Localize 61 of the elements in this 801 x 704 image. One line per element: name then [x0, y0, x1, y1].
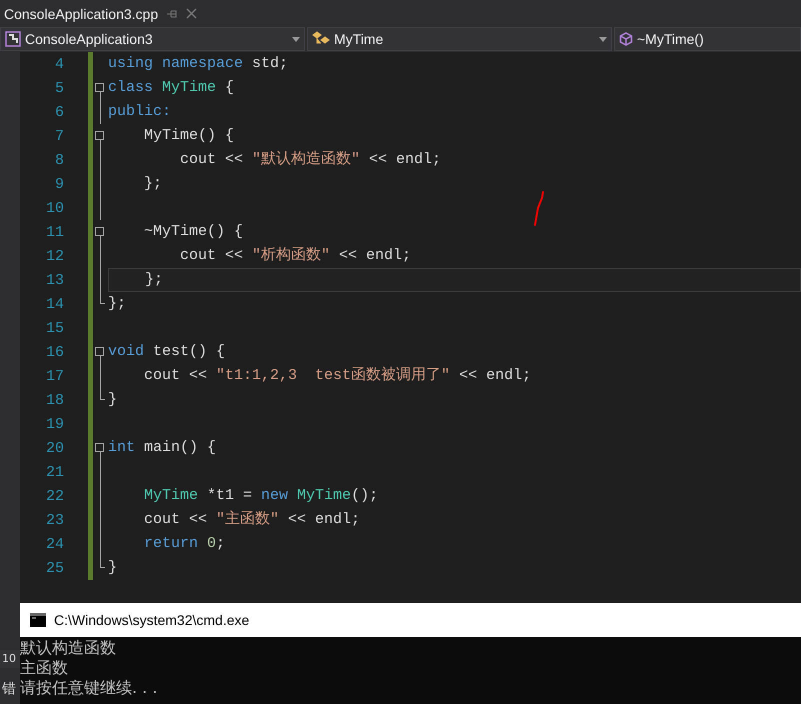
- line-number: 21: [46, 464, 64, 480]
- line-number: 4: [54, 56, 64, 72]
- line-number: 14: [46, 296, 64, 312]
- collapse-toggle[interactable]: [95, 227, 104, 236]
- code-line: }: [108, 390, 118, 410]
- code-line: using namespace std;: [108, 54, 290, 74]
- collapse-toggle[interactable]: [95, 83, 104, 92]
- close-icon[interactable]: [186, 8, 198, 19]
- console-output-line: 请按任意键继续. . .: [20, 678, 158, 698]
- dropdown-arrow-icon: [292, 36, 300, 42]
- line-number: 5: [54, 80, 64, 96]
- console-output-line: 主函数: [20, 658, 69, 678]
- line-number: 9: [54, 176, 64, 192]
- zoom-level[interactable]: 10: [0, 650, 20, 668]
- collapse-toggle[interactable]: [95, 443, 104, 452]
- console-icon: [30, 613, 46, 627]
- collapse-toggle[interactable]: [95, 347, 104, 356]
- code-line: cout << ″t1:1,2,3 test函数被调用了″ << endl;: [143, 366, 532, 386]
- collapse-toggle[interactable]: [95, 131, 104, 140]
- navigation-dropdown[interactable]: ConsoleApplication3: [0, 27, 305, 51]
- window-title: C:\Windows\system32\cmd.exe: [54, 612, 250, 628]
- code-line: MyTime *t1 = new MyTime();: [143, 486, 380, 506]
- code-line: cout << ″主函数″ << endl;: [143, 509, 362, 530]
- code-line: MyTime() {: [143, 126, 236, 146]
- line-number: 22: [46, 488, 64, 504]
- console-output-line: 默认构造函数: [20, 638, 117, 658]
- line-number: 15: [46, 320, 64, 336]
- code-line: int main() {: [108, 438, 218, 458]
- line-number: 24: [46, 536, 64, 552]
- code-line: public:: [108, 102, 172, 122]
- line-number: 16: [46, 344, 64, 360]
- line-number: 7: [54, 128, 64, 144]
- line-number: 10: [46, 200, 64, 216]
- line-number: 8: [54, 152, 64, 168]
- code-line: class MyTime {: [108, 78, 236, 98]
- navigation-dropdown[interactable]: ~MyTime(): [614, 27, 801, 51]
- code-line: };: [108, 294, 128, 314]
- code-line: }: [108, 558, 118, 578]
- code-line: cout << ″默认构造函数″ << endl;: [179, 150, 442, 170]
- line-number: 13: [46, 272, 64, 288]
- line-number: 12: [46, 248, 64, 264]
- line-number: 25: [46, 560, 64, 576]
- pen-stroke: [532, 190, 546, 228]
- code-line: return 0;: [143, 534, 226, 554]
- code-line: void test() {: [108, 342, 226, 362]
- project-icon: [5, 31, 21, 47]
- code-line: };: [143, 174, 164, 194]
- line-number: 6: [54, 104, 64, 120]
- line-number: 23: [46, 512, 64, 528]
- line-number: 17: [46, 368, 64, 384]
- line-number: 11: [46, 224, 64, 240]
- line-number: 19: [46, 416, 64, 432]
- panel-label: 错: [2, 680, 17, 698]
- line-number: 20: [46, 440, 64, 456]
- pin-icon[interactable]: [166, 8, 178, 18]
- code-line: cout << ″析构函数″ << endl;: [179, 246, 412, 266]
- navigation-dropdown[interactable]: MyTime: [307, 27, 612, 51]
- code-line: ~MyTime() {: [143, 222, 244, 242]
- cube-icon: [619, 32, 633, 46]
- line-number: 18: [46, 392, 64, 408]
- dropdown-arrow-icon: [599, 36, 607, 42]
